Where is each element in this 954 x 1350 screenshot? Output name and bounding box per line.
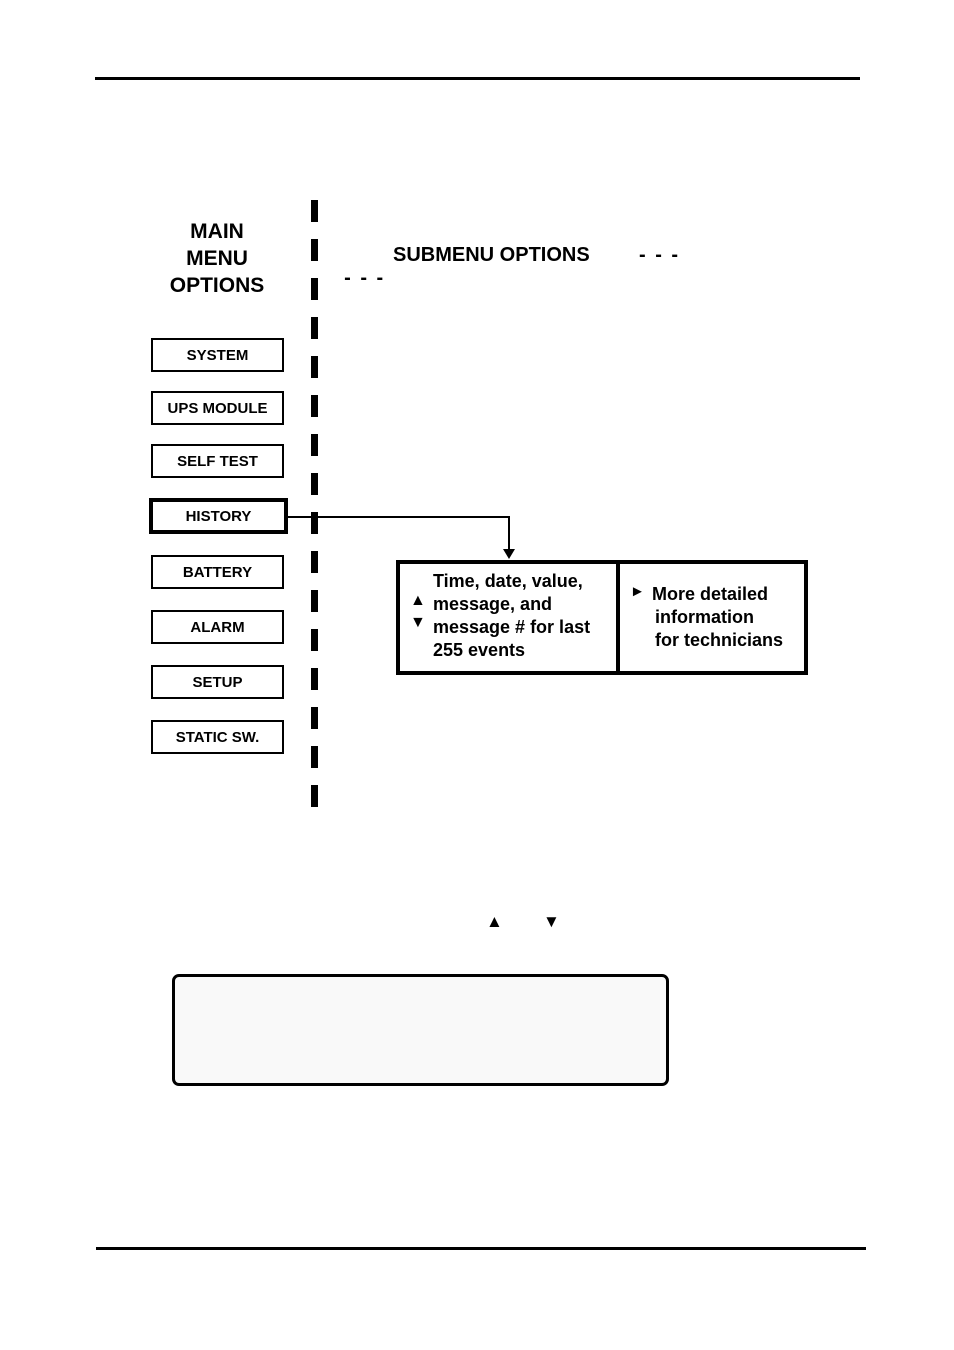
footer-rule bbox=[96, 1247, 866, 1250]
divider-dash bbox=[311, 356, 318, 378]
menu-item-static-sw[interactable]: STATIC SW. bbox=[151, 720, 284, 754]
divider-dash bbox=[311, 551, 318, 573]
submenu-heading: - - - SUBMENU OPTIONS - - - bbox=[333, 244, 678, 336]
header-rule bbox=[95, 77, 860, 80]
menu-item-label: STATIC SW. bbox=[175, 728, 260, 746]
main-menu-heading-line: MAIN bbox=[190, 220, 244, 243]
menu-item-label: SETUP bbox=[192, 673, 243, 691]
divider-dash bbox=[311, 395, 318, 417]
lcd-display-panel bbox=[172, 974, 669, 1086]
menu-item-label: BATTERY bbox=[182, 563, 253, 581]
history-events-cell[interactable]: ▲ ▼ Time, date, value, message, and mess… bbox=[400, 564, 620, 671]
main-menu-heading-line: OPTIONS bbox=[169, 274, 265, 297]
divider-dash bbox=[311, 434, 318, 456]
submenu-heading-dashes-left: - - - bbox=[344, 267, 386, 289]
main-menu-heading-line: MENU bbox=[186, 247, 248, 270]
divider-dash bbox=[311, 200, 318, 222]
divider-dash bbox=[311, 668, 318, 690]
divider-dash bbox=[311, 473, 318, 495]
divider-dash bbox=[311, 707, 318, 729]
main-menu-heading: MAIN MENU OPTIONS bbox=[150, 218, 284, 299]
technician-details-text: More detailed information for technician… bbox=[652, 583, 783, 652]
submenu-heading-title: SUBMENU OPTIONS bbox=[393, 244, 590, 266]
menu-item-label: ALARM bbox=[190, 618, 245, 636]
divider-dash bbox=[311, 239, 318, 261]
divider-dash bbox=[311, 785, 318, 807]
menu-item-label: UPS MODULE bbox=[167, 399, 268, 417]
scroll-down-icon[interactable]: ▼ bbox=[410, 612, 426, 634]
submenu-heading-dashes-right: - - - bbox=[639, 244, 681, 266]
menu-item-self-test[interactable]: SELF TEST bbox=[151, 444, 284, 478]
down-arrow-key-icon: ▼ bbox=[543, 912, 560, 931]
menu-item-alarm[interactable]: ALARM bbox=[151, 610, 284, 644]
menu-item-history[interactable]: HISTORY bbox=[149, 498, 288, 534]
menu-item-setup[interactable]: SETUP bbox=[151, 665, 284, 699]
scroll-arrows: ▲ ▼ bbox=[410, 590, 426, 634]
history-submenu-panel: ▲ ▼ Time, date, value, message, and mess… bbox=[396, 560, 808, 675]
divider-dash bbox=[311, 278, 318, 300]
menu-item-label: SELF TEST bbox=[177, 452, 258, 470]
menu-item-label: SYSTEM bbox=[186, 346, 249, 364]
menu-item-ups-module[interactable]: UPS MODULE bbox=[151, 391, 284, 425]
scroll-up-icon[interactable]: ▲ bbox=[410, 590, 426, 612]
menu-item-label: HISTORY bbox=[185, 507, 252, 525]
menu-item-battery[interactable]: BATTERY bbox=[151, 555, 284, 589]
technician-details-line: for technicians bbox=[655, 630, 784, 650]
history-connector-arrow bbox=[284, 516, 515, 559]
menu-divider-dashed-line bbox=[311, 200, 318, 814]
technician-details-line: More detailed bbox=[652, 584, 769, 604]
right-arrow-icon: ► bbox=[630, 583, 645, 600]
history-events-text: Time, date, value, message, and message … bbox=[433, 571, 591, 660]
divider-dash bbox=[311, 629, 318, 651]
divider-dash bbox=[311, 317, 318, 339]
divider-dash bbox=[311, 590, 318, 612]
connector-arrowhead-icon bbox=[503, 549, 515, 559]
technician-details-line: information bbox=[655, 607, 754, 627]
menu-item-system[interactable]: SYSTEM bbox=[151, 338, 284, 372]
divider-dash bbox=[311, 512, 318, 534]
divider-dash bbox=[311, 746, 318, 768]
up-arrow-key-icon: ▲ bbox=[486, 912, 503, 931]
technician-details-cell[interactable]: ► More detailed information for technici… bbox=[620, 564, 804, 671]
